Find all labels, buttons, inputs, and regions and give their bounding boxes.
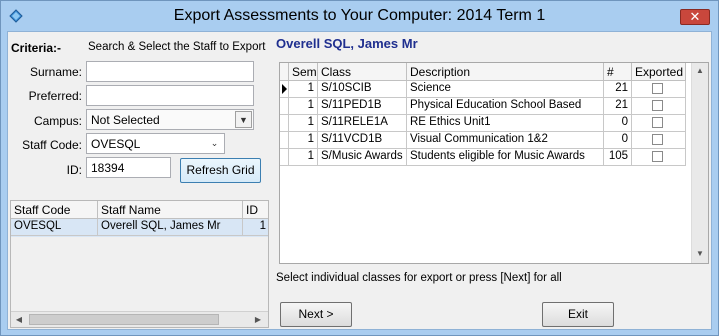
class-col-class[interactable]: Class <box>318 63 407 81</box>
exported-checkbox[interactable] <box>652 151 663 162</box>
scroll-up-icon[interactable]: ▲ <box>692 66 708 75</box>
refresh-grid-button[interactable]: Refresh Grid <box>180 158 261 183</box>
id-input[interactable]: 18394 <box>86 157 171 178</box>
id-label: ID: <box>66 163 82 177</box>
sem-cell: 1 <box>289 149 318 166</box>
staff-name-cell: Overell SQL, James Mr <box>98 219 243 236</box>
scroll-right-icon[interactable]: ▶ <box>250 315 266 324</box>
exported-checkbox[interactable] <box>652 134 663 145</box>
table-row[interactable]: OVESQL Overell SQL, James Mr 1 <box>11 219 268 237</box>
criteria-hint: Search & Select the Staff to Export <box>88 41 266 53</box>
exported-cell <box>632 132 686 149</box>
exported-cell <box>632 98 686 115</box>
client-area: Criteria:- Search & Select the Staff to … <box>7 31 712 330</box>
exit-button[interactable]: Exit <box>542 302 614 327</box>
exported-checkbox[interactable] <box>652 117 663 128</box>
title-bar: Export Assessments to Your Computer: 201… <box>1 1 718 31</box>
count-cell: 0 <box>604 115 632 132</box>
table-row[interactable]: 1 S/11VCD1B Visual Communication 1&2 0 <box>280 132 686 149</box>
staff-code-select[interactable]: OVESQL ⌄ <box>86 133 225 154</box>
exported-cell <box>632 149 686 166</box>
exported-checkbox[interactable] <box>652 83 663 94</box>
class-col-description[interactable]: Description <box>407 63 604 81</box>
row-selector[interactable] <box>280 115 289 132</box>
class-cell: S/11RELE1A <box>318 115 407 132</box>
class-cell: S/10SCIB <box>318 81 407 98</box>
row-selector[interactable] <box>280 132 289 149</box>
staff-code-cell: OVESQL <box>11 219 98 236</box>
preferred-label: Preferred: <box>28 89 82 103</box>
sem-cell: 1 <box>289 81 318 98</box>
staff-col-id[interactable]: ID <box>243 201 268 219</box>
exported-cell <box>632 81 686 98</box>
sem-cell: 1 <box>289 98 318 115</box>
window-title: Export Assessments to Your Computer: 201… <box>173 7 546 24</box>
staff-col-name[interactable]: Staff Name <box>98 201 243 219</box>
class-col-count[interactable]: # <box>604 63 632 81</box>
count-cell: 105 <box>604 149 632 166</box>
class-cell: S/Music Awards <box>318 149 407 166</box>
criteria-heading: Criteria:- <box>11 41 62 55</box>
staff-code-label: Staff Code: <box>22 138 82 152</box>
count-cell: 0 <box>604 132 632 149</box>
surname-input[interactable] <box>86 61 254 82</box>
row-selector[interactable] <box>280 81 289 98</box>
staff-grid: Staff Code Staff Name ID OVESQL Overell … <box>10 200 269 328</box>
description-cell: Science <box>407 81 604 98</box>
table-row[interactable]: 1 S/10SCIB Science 21 <box>280 81 686 98</box>
staff-code-value: OVESQL <box>91 137 141 151</box>
scroll-left-icon[interactable]: ◀ <box>11 315 27 324</box>
scroll-down-icon[interactable]: ▼ <box>692 249 708 258</box>
class-cell: S/11PED1B <box>318 98 407 115</box>
row-selector[interactable] <box>280 149 289 166</box>
sem-cell: 1 <box>289 115 318 132</box>
staff-grid-hscroll[interactable]: ◀ ▶ <box>11 311 268 327</box>
description-cell: Physical Education School Based <box>407 98 604 115</box>
current-row-arrow-icon <box>282 84 287 94</box>
close-button[interactable]: ✕ <box>680 9 710 25</box>
surname-label: Surname: <box>29 65 82 79</box>
exported-checkbox[interactable] <box>652 100 663 111</box>
selected-staff-title: Overell SQL, James Mr <box>276 36 418 51</box>
table-row[interactable]: 1 S/11RELE1A RE Ethics Unit1 0 <box>280 115 686 132</box>
next-button[interactable]: Next > <box>280 302 352 327</box>
row-selector[interactable] <box>280 98 289 115</box>
count-cell: 21 <box>604 98 632 115</box>
instruction-text: Select individual classes for export or … <box>276 272 562 284</box>
class-col-exported[interactable]: Exported <box>632 63 686 81</box>
close-icon: ✕ <box>689 9 701 24</box>
class-col-sem[interactable]: Sem <box>289 63 318 81</box>
campus-select-value: Not Selected <box>91 113 160 127</box>
class-grid: Sem Class Description # Exported 1 S/10S… <box>279 62 709 264</box>
staff-col-code[interactable]: Staff Code <box>11 201 98 219</box>
sem-cell: 1 <box>289 132 318 149</box>
export-window: Export Assessments to Your Computer: 201… <box>0 0 719 336</box>
description-cell: Visual Communication 1&2 <box>407 132 604 149</box>
table-row[interactable]: 1 S/11PED1B Physical Education School Ba… <box>280 98 686 115</box>
campus-select[interactable]: Not Selected ▼ <box>86 109 254 130</box>
class-grid-vscroll[interactable]: ▲ ▼ <box>691 63 708 263</box>
hscroll-thumb[interactable] <box>29 314 219 325</box>
count-cell: 21 <box>604 81 632 98</box>
campus-label: Campus: <box>33 114 82 128</box>
chevron-down-icon[interactable]: ⌄ <box>206 135 223 152</box>
chevron-down-icon[interactable]: ▼ <box>235 111 252 128</box>
description-cell: RE Ethics Unit1 <box>407 115 604 132</box>
preferred-input[interactable] <box>86 85 254 106</box>
description-cell: Students eligible for Music Awards <box>407 149 604 166</box>
class-cell: S/11VCD1B <box>318 132 407 149</box>
exported-cell <box>632 115 686 132</box>
staff-id-cell: 1 <box>243 219 268 236</box>
class-col-selector <box>280 63 289 81</box>
table-row[interactable]: 1 S/Music Awards Students eligible for M… <box>280 149 686 166</box>
